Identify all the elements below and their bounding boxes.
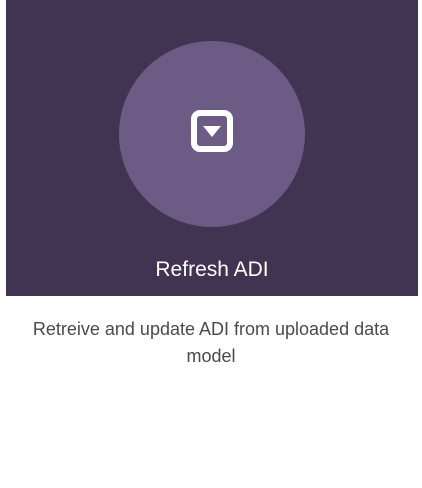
refresh-adi-tile[interactable]: Refresh ADI xyxy=(6,0,418,296)
tile-title: Refresh ADI xyxy=(155,258,269,281)
icon-circle xyxy=(119,41,305,227)
dropdown-arrow-square-icon xyxy=(191,110,233,152)
tile-description: Retreive and update ADI from uploaded da… xyxy=(32,319,390,366)
